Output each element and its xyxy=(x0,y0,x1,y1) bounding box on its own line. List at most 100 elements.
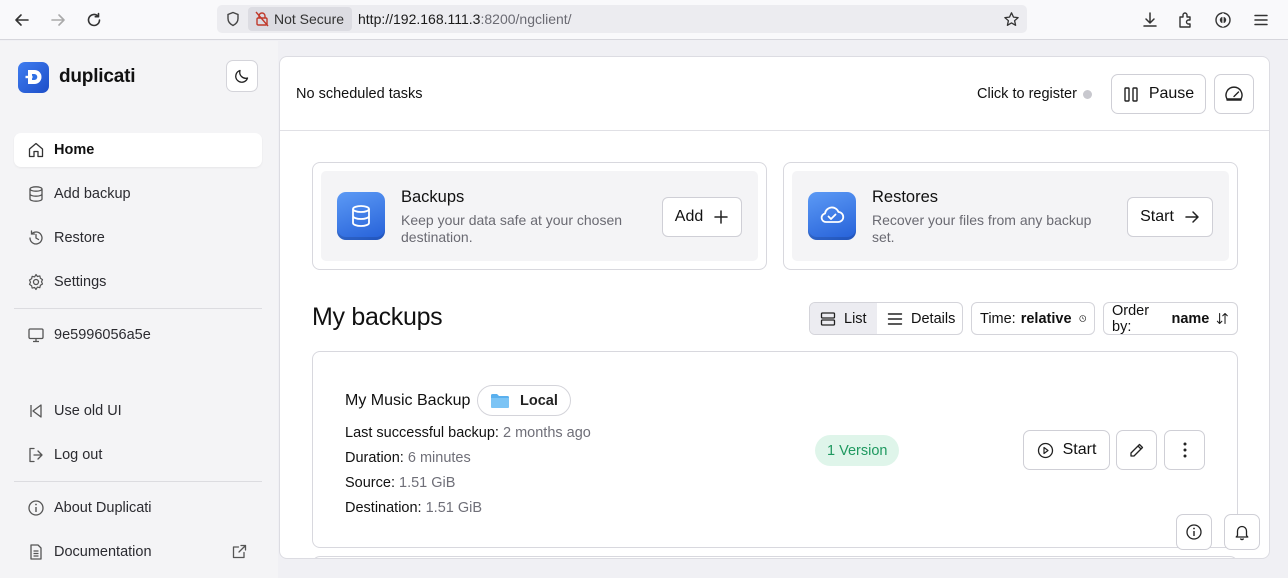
restores-card: Restores Recover your files from any bac… xyxy=(783,162,1238,270)
not-secure-badge[interactable]: Not Secure xyxy=(248,7,353,31)
bookmark-star-icon[interactable] xyxy=(1001,9,1021,29)
destination-value: 1.51 GiB xyxy=(425,500,483,516)
pencil-icon xyxy=(1130,443,1144,457)
document-icon xyxy=(26,542,46,562)
versions-badge[interactable]: 1 Version xyxy=(815,435,900,466)
log-out-label: Log out xyxy=(54,447,103,463)
url-text: http://192.168.111.3:8200/ngclient/ xyxy=(358,5,572,33)
gear-icon xyxy=(26,272,46,292)
folder-icon xyxy=(490,393,510,409)
add-backup-button[interactable]: Add xyxy=(662,197,742,237)
source-label: Source: xyxy=(345,475,395,491)
sidebar-item-home[interactable]: Home xyxy=(14,133,262,167)
view-details-label: Details xyxy=(911,310,956,327)
plus-icon xyxy=(714,210,728,224)
start-restore-button[interactable]: Start xyxy=(1127,197,1213,237)
notifications-button[interactable] xyxy=(1224,514,1260,550)
restores-card-body: Restores Recover your files from any bac… xyxy=(792,171,1229,261)
sidebar-item-use-old-ui[interactable]: Use old UI xyxy=(14,394,262,428)
destination-type: Local xyxy=(520,392,558,409)
view-details-button[interactable]: Details xyxy=(877,303,962,334)
throttle-button[interactable] xyxy=(1214,74,1254,114)
about-label: About Duplicati xyxy=(54,500,152,516)
cloud-check-icon xyxy=(808,192,856,240)
more-vertical-icon xyxy=(1183,442,1186,458)
play-circle-icon xyxy=(1037,442,1053,458)
sidebar-divider xyxy=(14,481,262,482)
download-icon[interactable] xyxy=(1139,9,1161,31)
sidebar-item-restore[interactable]: Restore xyxy=(14,221,262,255)
sidebar-item-machine[interactable]: 9e5996056a5e xyxy=(14,318,262,352)
sidebar-item-label: Add backup xyxy=(54,186,131,202)
source-size-row: Source: 1.51 GiB xyxy=(345,475,455,491)
view-list-label: List xyxy=(844,310,867,327)
url-path: :8200/ngclient/ xyxy=(480,11,572,27)
order-value: name xyxy=(1171,310,1210,327)
restores-card-description: Recover your files from any backup set. xyxy=(872,212,1092,245)
documentation-label: Documentation xyxy=(54,544,152,560)
start-backup-button[interactable]: Start xyxy=(1023,430,1110,470)
edit-backup-button[interactable] xyxy=(1116,430,1157,470)
sidebar-item-log-out[interactable]: Log out xyxy=(14,438,262,472)
not-secure-label: Not Secure xyxy=(274,11,345,27)
theme-toggle-button[interactable] xyxy=(226,60,258,92)
sidebar-item-documentation[interactable]: Documentation xyxy=(14,535,262,569)
menu-icon[interactable] xyxy=(1250,9,1272,31)
info-icon xyxy=(1186,524,1202,540)
back-icon[interactable] xyxy=(11,9,33,31)
register-link[interactable]: Click to register xyxy=(977,86,1077,102)
view-list-button[interactable]: List xyxy=(810,303,877,334)
more-options-button[interactable] xyxy=(1164,430,1205,470)
start-backup-label: Start xyxy=(1062,441,1097,458)
app-logo[interactable]: duplicati xyxy=(18,61,136,93)
backups-card-description: Keep your data safe at your chosen desti… xyxy=(401,212,623,245)
backup-name[interactable]: My Music Backup xyxy=(345,392,470,410)
shield-icon[interactable] xyxy=(223,9,243,29)
pause-button[interactable]: Pause xyxy=(1111,74,1206,114)
monitor-icon xyxy=(26,325,46,345)
sort-icon xyxy=(1217,312,1229,325)
source-value: 1.51 GiB xyxy=(399,475,456,491)
info-icon xyxy=(26,498,46,518)
backups-card-title: Backups xyxy=(401,188,465,206)
add-button-label: Add xyxy=(674,208,704,225)
duration-row: Duration: 6 minutes xyxy=(345,450,471,466)
reload-icon[interactable] xyxy=(83,9,105,31)
destination-badge: Local xyxy=(477,385,571,416)
restores-card-title: Restores xyxy=(872,188,939,206)
backup-item xyxy=(312,556,1238,558)
sidebar-item-settings[interactable]: Settings xyxy=(14,265,262,299)
last-backup-row: Last successful backup: 2 months ago xyxy=(345,425,591,441)
sidebar-item-label: Settings xyxy=(54,274,107,290)
info-button[interactable] xyxy=(1176,514,1212,550)
sidebar-item-label: Home xyxy=(54,142,95,158)
moon-icon xyxy=(235,69,249,83)
url-bar[interactable]: Not Secure http://192.168.111.3:8200/ngc… xyxy=(217,5,1027,33)
duration-value: 6 minutes xyxy=(407,450,471,466)
backups-card-body: Backups Keep your data safe at your chos… xyxy=(321,171,758,261)
pause-label: Pause xyxy=(1148,85,1195,102)
external-link-icon xyxy=(231,543,248,560)
sidebar-item-about[interactable]: About Duplicati xyxy=(14,491,262,525)
forward-icon[interactable] xyxy=(47,9,69,31)
history-icon xyxy=(26,228,46,248)
extensions-icon[interactable] xyxy=(1175,9,1197,31)
log-out-icon xyxy=(26,445,46,465)
order-by-button[interactable]: Order by: name xyxy=(1103,302,1238,335)
sidebar-divider xyxy=(14,308,262,309)
gauge-icon xyxy=(1225,86,1243,101)
account-icon[interactable] xyxy=(1212,9,1234,31)
time-value: relative xyxy=(1020,310,1072,327)
time-format-button[interactable]: Time: relative xyxy=(971,302,1095,335)
sidebar-item-add-backup[interactable]: Add backup xyxy=(14,177,262,211)
arrow-right-icon xyxy=(1185,211,1199,223)
status-bar: No scheduled tasks Click to register Pau… xyxy=(280,57,1269,131)
start-restore-label: Start xyxy=(1140,208,1174,225)
register-status-dot xyxy=(1083,90,1092,99)
destination-size-row: Destination: 1.51 GiB xyxy=(345,500,482,516)
backups-card: Backups Keep your data safe at your chos… xyxy=(312,162,767,270)
my-backups-title: My backups xyxy=(312,303,443,331)
last-backup-label: Last successful backup: xyxy=(345,425,499,441)
destination-label: Destination: xyxy=(345,500,422,516)
machine-label: 9e5996056a5e xyxy=(54,327,151,343)
